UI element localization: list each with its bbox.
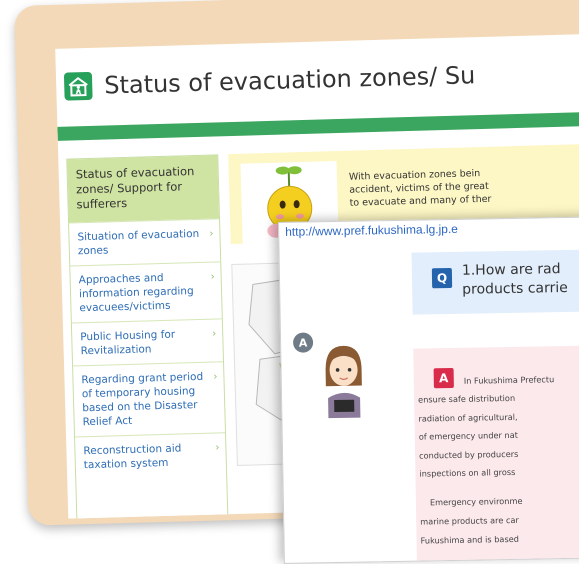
sidebar-item-taxation[interactable]: Reconstruction aid taxation system ›	[75, 432, 227, 480]
sidebar-item-temporary-housing[interactable]: Regarding grant period of temporary hous…	[73, 361, 225, 437]
answer-line: Emergency environme	[429, 495, 523, 508]
welcome-line: to evacuate and many of ther	[349, 193, 492, 209]
sidebar-item-situation[interactable]: Situation of evacuation zones ›	[69, 218, 221, 266]
answer-text-second-body: marine products are car Fukushima and is…	[420, 511, 519, 550]
chevron-right-icon: ›	[209, 228, 214, 240]
sidebar: Status of evacuation zones/ Support for …	[66, 154, 229, 519]
sidebar-item-approaches[interactable]: Approaches and information regarding eva…	[70, 261, 222, 323]
welcome-text: With evacuation zones bein accident, vic…	[349, 167, 492, 210]
header-bar	[57, 111, 579, 141]
question-panel: Q 1.How are rad products carrie	[411, 248, 579, 315]
answer-line: conducted by producers	[419, 448, 519, 461]
chevron-right-icon: ›	[215, 442, 220, 454]
question-line: 1.How are rad	[461, 261, 561, 279]
sidebar-item-label: Regarding grant period of temporary hous…	[81, 370, 204, 429]
answer-badge: A	[433, 367, 454, 389]
sidebar-item-label: Situation of evacuation zones	[77, 227, 200, 258]
answer-line: inspections on all gross	[419, 466, 516, 479]
answer-line: ensure safe distribution	[418, 392, 516, 405]
answer-text-second: Emergency environme	[430, 492, 523, 512]
evacuation-icon	[63, 71, 93, 101]
answer-panel: A In Fukushima Prefectu ensure safe dist…	[413, 344, 579, 564]
chevron-right-icon: ›	[213, 371, 218, 383]
chevron-right-icon: ›	[212, 328, 217, 340]
answer-text-body: ensure safe distribution radiation of ag…	[418, 389, 519, 483]
qa-page-card: http://www.pref.fukushima.lg.jp.e Q 1.Ho…	[278, 216, 579, 564]
page-title: Status of evacuation zones/ Su	[103, 61, 476, 100]
sidebar-item-label: Approaches and information regarding eva…	[78, 271, 194, 315]
page-url-link[interactable]: http://www.pref.fukushima.lg.jp.e	[285, 222, 458, 239]
question-text: 1.How are rad products carrie	[462, 260, 568, 300]
answer-line: Fukushima and is based	[420, 533, 519, 546]
woman-avatar-icon	[311, 339, 376, 420]
sidebar-item-label: Public Housing for Revitalization	[80, 328, 176, 358]
answer-line: In Fukushima Prefectu	[463, 374, 555, 386]
chevron-right-icon: ›	[210, 271, 215, 283]
question-line: products carrie	[462, 279, 568, 298]
answer-line: radiation of agricultural,	[418, 411, 518, 424]
question-badge: Q	[431, 267, 453, 289]
page-title-row: Status of evacuation zones/ Su	[63, 61, 476, 101]
answer-text: In Fukushima Prefectu	[464, 370, 555, 390]
answer-line: of emergency under nat	[418, 429, 518, 442]
sidebar-item-public-housing[interactable]: Public Housing for Revitalization ›	[71, 318, 224, 366]
sidebar-header: Status of evacuation zones/ Support for …	[67, 155, 220, 223]
answer-line: marine products are car	[420, 514, 519, 527]
sidebar-item-label: Reconstruction aid taxation system	[83, 442, 182, 472]
